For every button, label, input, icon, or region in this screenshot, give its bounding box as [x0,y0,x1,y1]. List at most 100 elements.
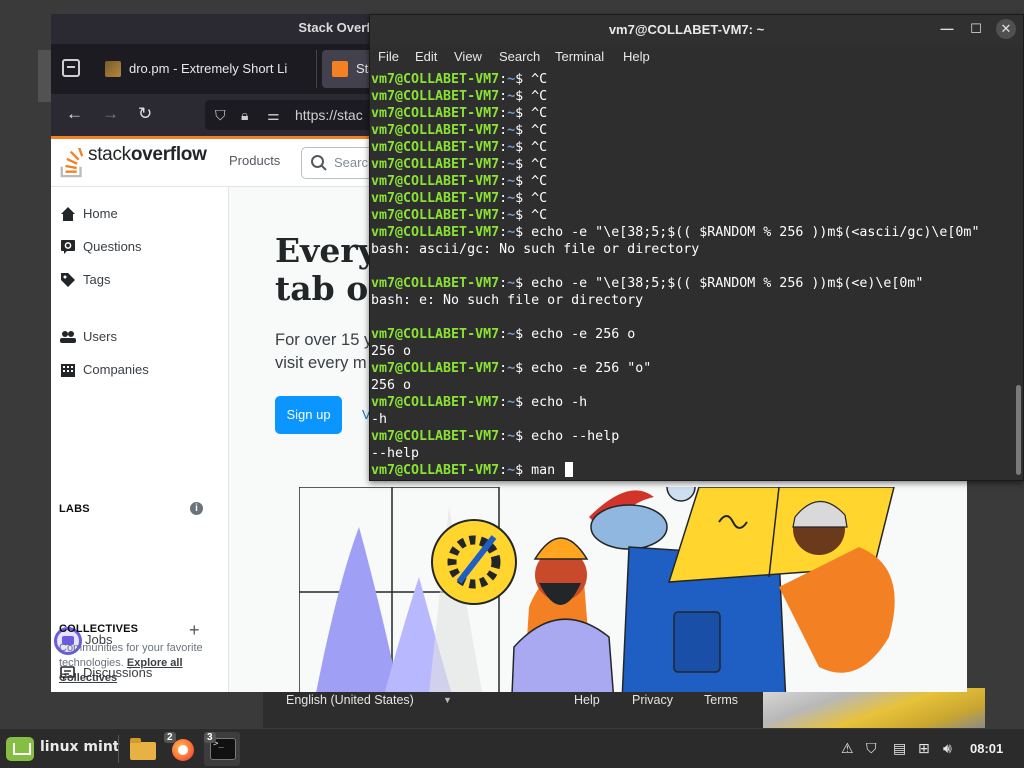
prompt-user: vm7@COLLABET-VM7 [371,106,500,121]
tab-overview-icon[interactable] [62,59,80,77]
companies-icon [61,364,75,377]
taskbar-separator [118,735,119,763]
update-icon[interactable]: ⚠ [841,740,854,757]
terminal-command-line: vm7@COLLABET-VM7:~$ ^C [371,173,1011,190]
footer-terms-link[interactable]: Terms [704,693,738,707]
menu-help[interactable]: Help [623,49,650,64]
menu-terminal[interactable]: Terminal [555,49,604,64]
terminal-command-line: vm7@COLLABET-VM7:~$ echo -h [371,394,1011,411]
command-text: ^C [531,72,548,87]
terminal-command-line: vm7@COLLABET-VM7:~$ ^C [371,122,1011,139]
prompt-user: vm7@COLLABET-VM7 [371,191,500,206]
back-arrow-icon[interactable]: ← [66,104,83,124]
clock[interactable]: 08:01 [970,741,1003,756]
prompt-separator: : [499,191,508,206]
prompt-symbol: $ [515,106,532,121]
prompt-user: vm7@COLLABET-VM7 [371,276,500,291]
prompt-symbol: $ [515,191,532,206]
terminal-command-line: vm7@COLLABET-VM7:~$ echo -e "\e[38;5;$((… [371,224,1011,241]
terminal-titlebar[interactable]: vm7@COLLABET-VM7: ~ — ☐ ✕ [370,15,1023,45]
sign-up-button[interactable]: Sign up [275,396,342,434]
lock-icon[interactable]: 🔒︎ [241,106,248,124]
close-icon[interactable]: ✕ [996,19,1016,39]
command-text: echo --help [531,429,620,444]
menu-edit[interactable]: Edit [415,49,437,64]
terminal-command-line: vm7@COLLABET-VM7:~$ ^C [371,139,1011,156]
prompt-separator: : [499,174,508,189]
firefox-window-count: 2 [164,732,176,743]
prompt-user: vm7@COLLABET-VM7 [371,395,500,410]
prompt-separator: : [499,276,508,291]
sidebar-label: Users [83,329,117,344]
prompt-dir: ~ [507,157,516,172]
prompt-user: vm7@COLLABET-VM7 [371,225,500,240]
sidebar-item-home[interactable]: Home [59,203,118,225]
sidebar-item-questions[interactable]: Questions [59,236,142,258]
network-icon[interactable]: ⊞ [918,740,930,757]
collectives-description: Communities for your favorite technologi… [59,641,219,686]
hero-subtitle: For over 15 y visit every m [275,331,372,372]
files-icon[interactable] [124,732,160,766]
stackoverflow-logo-icon[interactable] [59,148,87,178]
prompt-separator: : [499,157,508,172]
menu-file[interactable]: File [378,49,399,64]
prompt-separator: : [499,327,508,342]
prompt-dir: ~ [507,140,516,155]
prompt-user: vm7@COLLABET-VM7 [371,429,500,444]
forward-arrow-icon[interactable]: → [102,104,119,124]
terminal-command-line: vm7@COLLABET-VM7:~$ echo -e 256 o [371,326,1011,343]
shield-icon[interactable]: ⛉ [866,740,877,757]
prompt-symbol: $ [515,123,532,138]
language-selector[interactable]: English (United States) [286,693,414,707]
footer-privacy-link[interactable]: Privacy [632,693,673,707]
url-text: https://stac [295,107,363,123]
prompt-dir: ~ [507,276,516,291]
maximize-icon[interactable]: ☐ [966,19,986,39]
tab-dro-pm[interactable]: dro.pm - Extremely Short Li [95,50,317,88]
reload-icon[interactable]: ↻ [138,104,152,124]
terminal-command-line: vm7@COLLABET-VM7:~$ ^C [371,71,1011,88]
text-cursor [565,462,574,477]
terminal-command-line: vm7@COLLABET-VM7:~$ ^C [371,156,1011,173]
dro-pm-favicon-icon [105,61,121,77]
prompt-symbol: $ [515,327,532,342]
command-text: ^C [531,191,548,206]
firefox-icon[interactable]: 2 [164,732,200,766]
prompt-dir: ~ [507,361,516,376]
minimize-icon[interactable]: — [937,19,957,39]
prompt-symbol: $ [515,208,532,223]
terminal-command-line: vm7@COLLABET-VM7:~$ ^C [371,207,1011,224]
footer-help-link[interactable]: Help [574,693,600,707]
terminal-output-line: 256 o [371,343,1011,360]
clipboard-icon[interactable]: ▤ [893,740,906,757]
mint-logo-icon[interactable] [6,737,34,761]
plus-icon[interactable]: + [189,620,200,641]
sidebar-item-users[interactable]: Users [59,326,117,348]
terminal-scrollbar[interactable] [1016,385,1021,475]
terminal-title: vm7@COLLABET-VM7: ~ [608,22,765,37]
permissions-icon[interactable]: ⚌ [267,106,280,124]
logo-word-overflow: overflow [130,144,207,165]
sidebar-label: Questions [83,239,142,254]
prompt-separator: : [499,463,508,478]
volume-icon[interactable]: 🔊︎ [943,740,952,757]
stackoverflow-wordmark[interactable]: stackoverflow [88,144,207,166]
menu-search[interactable]: Search [499,49,540,64]
terminal-output-line: --help [371,445,1011,462]
prompt-user: vm7@COLLABET-VM7 [371,361,500,376]
menu-button-label[interactable]: linux mint [40,739,119,755]
prompt-user: vm7@COLLABET-VM7 [371,208,500,223]
terminal-output[interactable]: vm7@COLLABET-VM7:~$ ^C vm7@COLLABET-VM7:~… [371,71,1011,479]
terminal-icon[interactable]: >_ 3 [204,732,240,766]
prompt-dir: ~ [507,463,516,478]
info-icon[interactable]: i [190,502,203,515]
terminal-output-line: -h [371,411,1011,428]
sidebar-item-tags[interactable]: Tags [59,269,110,291]
sidebar-item-companies[interactable]: Companies [59,359,149,381]
menu-view[interactable]: View [454,49,482,64]
command-text: echo -e "\e[38;5;$(( $RANDOM % 256 ))m$(… [531,225,980,240]
tracking-shield-icon[interactable]: ⛉ [215,106,226,124]
products-menu[interactable]: Products [229,153,280,168]
prompt-user: vm7@COLLABET-VM7 [371,463,500,478]
terminal-window-count: 3 [204,732,216,743]
